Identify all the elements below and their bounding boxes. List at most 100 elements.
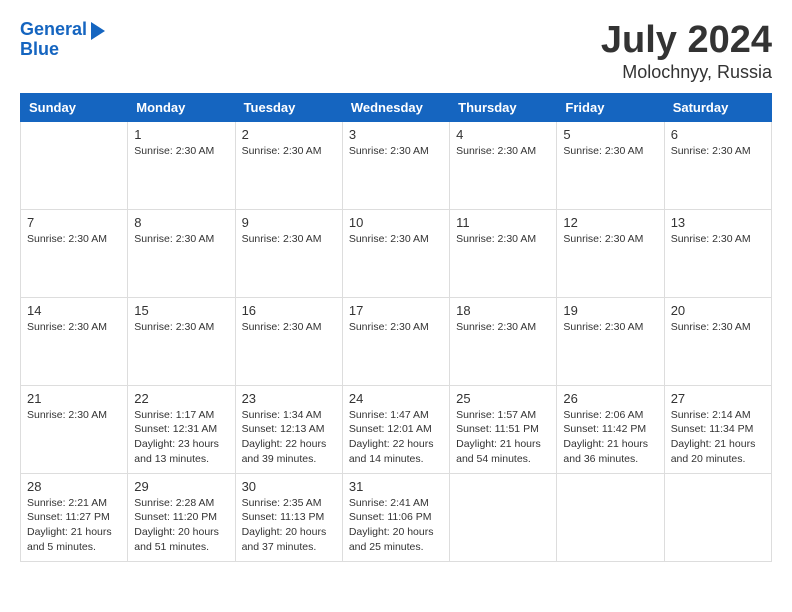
month-title: July 2024 bbox=[601, 20, 772, 62]
day-info: Sunrise: 2:30 AM bbox=[349, 232, 443, 247]
calendar-cell: 18 Sunrise: 2:30 AM bbox=[450, 297, 557, 385]
calendar-week-row: 21 Sunrise: 2:30 AM 22 Sunrise: 1:17 AM Sun… bbox=[21, 385, 772, 473]
day-number: 27 bbox=[671, 391, 765, 406]
day-info: Sunrise: 2:30 AM bbox=[456, 320, 550, 335]
calendar-cell: 7 Sunrise: 2:30 AM bbox=[21, 209, 128, 297]
day-info: Sunrise: 1:34 AM Sunset: 12:13 AM Daylig… bbox=[242, 408, 336, 467]
day-info: Sunrise: 1:57 AM Sunset: 11:51 PM Daylig… bbox=[456, 408, 550, 467]
day-info: Sunrise: 2:30 AM bbox=[671, 320, 765, 335]
day-info: Sunrise: 2:28 AM Sunset: 11:20 PM Daylig… bbox=[134, 496, 228, 555]
day-info: Sunrise: 2:30 AM bbox=[563, 144, 657, 159]
calendar-cell bbox=[664, 473, 771, 561]
calendar-cell: 26 Sunrise: 2:06 AM Sunset: 11:42 PM Dayl… bbox=[557, 385, 664, 473]
calendar-cell: 2 Sunrise: 2:30 AM bbox=[235, 121, 342, 209]
calendar-cell: 28 Sunrise: 2:21 AM Sunset: 11:27 PM Dayl… bbox=[21, 473, 128, 561]
day-number: 6 bbox=[671, 127, 765, 142]
calendar-cell: 27 Sunrise: 2:14 AM Sunset: 11:34 PM Dayl… bbox=[664, 385, 771, 473]
calendar-cell: 15 Sunrise: 2:30 AM bbox=[128, 297, 235, 385]
weekday-header: Friday bbox=[557, 93, 664, 121]
day-number: 26 bbox=[563, 391, 657, 406]
day-number: 9 bbox=[242, 215, 336, 230]
day-info: Sunrise: 2:35 AM Sunset: 11:13 PM Daylig… bbox=[242, 496, 336, 555]
calendar-cell: 1Sunrise: 2:30 AM bbox=[128, 121, 235, 209]
calendar-cell: 5 Sunrise: 2:30 AM bbox=[557, 121, 664, 209]
calendar-cell: 21 Sunrise: 2:30 AM bbox=[21, 385, 128, 473]
day-number: 24 bbox=[349, 391, 443, 406]
calendar-week-row: 7Sunrise: 2:30 AM8Sunrise: 2:30 AM9Sunri… bbox=[21, 209, 772, 297]
weekday-header: Tuesday bbox=[235, 93, 342, 121]
day-number: 12 bbox=[563, 215, 657, 230]
page-header: General Blue July 2024 Molochnyy, Russia bbox=[20, 20, 772, 83]
logo-arrow-icon bbox=[91, 22, 105, 40]
calendar-cell: 11 Sunrise: 2:30 AM bbox=[450, 209, 557, 297]
day-info: Sunrise: 2:30 AM bbox=[27, 232, 121, 247]
day-info: Sunrise: 2:14 AM Sunset: 11:34 PM Daylig… bbox=[671, 408, 765, 467]
day-number: 10 bbox=[349, 215, 443, 230]
day-number: 5 bbox=[563, 127, 657, 142]
weekday-header: Saturday bbox=[664, 93, 771, 121]
day-number: 29 bbox=[134, 479, 228, 494]
day-info: Sunrise: 2:30 AM bbox=[242, 232, 336, 247]
calendar-week-row: 1Sunrise: 2:30 AM 2 Sunrise: 2:30 AM 3 Sunri… bbox=[21, 121, 772, 209]
day-number: 23 bbox=[242, 391, 336, 406]
day-number: 28 bbox=[27, 479, 121, 494]
calendar-cell: 30 Sunrise: 2:35 AM Sunset: 11:13 PM Dayl… bbox=[235, 473, 342, 561]
calendar-cell: 10 Sunrise: 2:30 AM bbox=[342, 209, 449, 297]
weekday-header: Monday bbox=[128, 93, 235, 121]
day-info: Sunrise: 2:41 AM Sunset: 11:06 PM Daylig… bbox=[349, 496, 443, 555]
day-info: Sunrise: 2:21 AM Sunset: 11:27 PM Daylig… bbox=[27, 496, 121, 555]
day-info: Sunrise: 2:30 AM bbox=[242, 144, 336, 159]
day-info: Sunrise: 2:30 AM bbox=[671, 232, 765, 247]
weekday-header: Wednesday bbox=[342, 93, 449, 121]
calendar-cell: 4Sunrise: 2:30 AM bbox=[450, 121, 557, 209]
calendar-cell: 3 Sunrise: 2:30 AM bbox=[342, 121, 449, 209]
calendar-cell: 20Sunrise: 2:30 AM bbox=[664, 297, 771, 385]
day-number: 11 bbox=[456, 215, 550, 230]
calendar-cell bbox=[557, 473, 664, 561]
calendar-cell bbox=[450, 473, 557, 561]
day-number: 3 bbox=[349, 127, 443, 142]
day-info: Sunrise: 1:17 AM Sunset: 12:31 AM Daylig… bbox=[134, 408, 228, 467]
calendar-cell: 24Sunrise: 1:47 AM Sunset: 12:01 AM Dayl… bbox=[342, 385, 449, 473]
day-info: Sunrise: 2:30 AM bbox=[242, 320, 336, 335]
calendar-cell: 9 Sunrise: 2:30 AM bbox=[235, 209, 342, 297]
calendar-cell bbox=[21, 121, 128, 209]
day-number: 4 bbox=[456, 127, 550, 142]
calendar-cell: 14Sunrise: 2:30 AM bbox=[21, 297, 128, 385]
day-info: Sunrise: 2:30 AM bbox=[27, 408, 121, 423]
title-block: July 2024 Molochnyy, Russia bbox=[601, 20, 772, 83]
calendar-cell: 22 Sunrise: 1:17 AM Sunset: 12:31 AM Dayl… bbox=[128, 385, 235, 473]
calendar-cell: 31Sunrise: 2:41 AM Sunset: 11:06 PM Dayl… bbox=[342, 473, 449, 561]
calendar-cell: 19Sunrise: 2:30 AM bbox=[557, 297, 664, 385]
calendar-table: SundayMondayTuesdayWednesdayThursdayFrid… bbox=[20, 93, 772, 562]
day-number: 22 bbox=[134, 391, 228, 406]
day-info: Sunrise: 2:30 AM bbox=[27, 320, 121, 335]
day-number: 2 bbox=[242, 127, 336, 142]
day-info: Sunrise: 2:30 AM bbox=[456, 232, 550, 247]
calendar-cell: 16Sunrise: 2:30 AM bbox=[235, 297, 342, 385]
day-number: 7 bbox=[27, 215, 121, 230]
day-number: 17 bbox=[349, 303, 443, 318]
day-number: 21 bbox=[27, 391, 121, 406]
day-info: Sunrise: 2:30 AM bbox=[349, 320, 443, 335]
calendar-cell: 6Sunrise: 2:30 AM bbox=[664, 121, 771, 209]
logo-blue: Blue bbox=[20, 40, 59, 60]
calendar-header-row: SundayMondayTuesdayWednesdayThursdayFrid… bbox=[21, 93, 772, 121]
day-number: 30 bbox=[242, 479, 336, 494]
day-info: Sunrise: 2:30 AM bbox=[349, 144, 443, 159]
day-number: 15 bbox=[134, 303, 228, 318]
day-info: Sunrise: 2:30 AM bbox=[563, 232, 657, 247]
calendar-cell: 13Sunrise: 2:30 AM bbox=[664, 209, 771, 297]
day-info: Sunrise: 2:30 AM bbox=[134, 232, 228, 247]
day-number: 19 bbox=[563, 303, 657, 318]
location-title: Molochnyy, Russia bbox=[601, 62, 772, 83]
day-number: 25 bbox=[456, 391, 550, 406]
weekday-header: Thursday bbox=[450, 93, 557, 121]
day-info: Sunrise: 2:06 AM Sunset: 11:42 PM Daylig… bbox=[563, 408, 657, 467]
logo-text: General bbox=[20, 20, 87, 40]
day-info: Sunrise: 2:30 AM bbox=[134, 320, 228, 335]
day-info: Sunrise: 2:30 AM bbox=[134, 144, 228, 159]
calendar-cell: 23 Sunrise: 1:34 AM Sunset: 12:13 AM Dayl… bbox=[235, 385, 342, 473]
day-number: 18 bbox=[456, 303, 550, 318]
calendar-week-row: 14Sunrise: 2:30 AM15Sunrise: 2:30 AM16Su… bbox=[21, 297, 772, 385]
